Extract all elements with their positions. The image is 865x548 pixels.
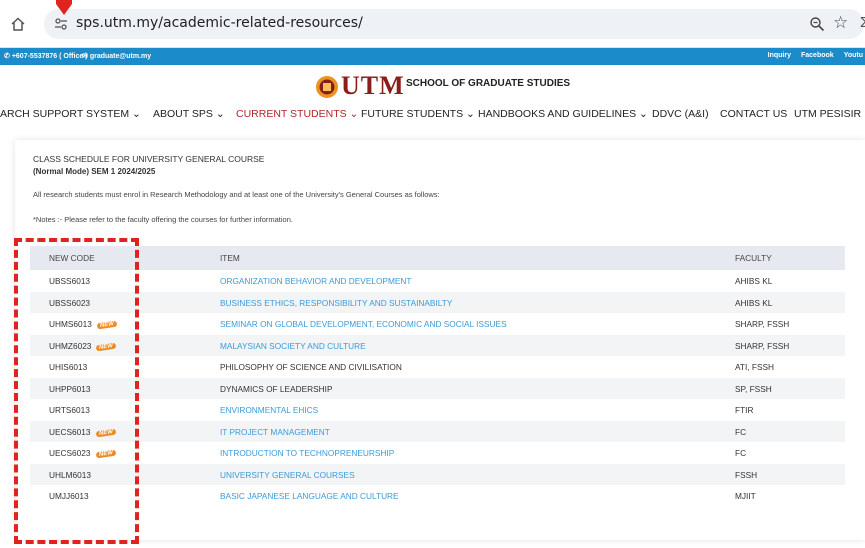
nav-contact-us[interactable]: CONTACT US [720, 108, 787, 120]
nav-future-students[interactable]: FUTURE STUDENTS ⌄ [361, 108, 475, 120]
url-text[interactable]: sps.utm.my/academic-related-resources/ [76, 15, 363, 31]
course-faculty: AHIBS KL [735, 276, 773, 286]
table-row: UHIS6013 PHILOSOPHY OF SCIENCE AND CIVIL… [30, 356, 845, 378]
table-row: UECS6023 NEW INTRODUCTION TO TECHNOPRENEU… [30, 442, 845, 464]
site-header: UTM SCHOOL OF GRADUATE STUDIES [0, 65, 865, 105]
course-link[interactable]: BUSINESS ETHICS, RESPONSIBILITY AND SUST… [220, 298, 452, 308]
course-link[interactable]: BASIC JAPANESE LANGUAGE AND CULTURE [220, 491, 399, 501]
facebook-link[interactable]: Facebook [801, 52, 834, 59]
course-link[interactable]: MALAYSIAN SOCIETY AND CULTURE [220, 341, 366, 351]
enrol-note: All research students must enrol in Rese… [33, 190, 440, 199]
course-link[interactable]: UNIVERSITY GENERAL COURSES [220, 470, 355, 480]
table-row: UHPP6013 DYNAMICS OF LEADERSHIP SP, FSSH [30, 377, 845, 399]
course-faculty: FSSH [735, 469, 758, 480]
address-bar[interactable]: sps.utm.my/academic-related-resources/ ☆… [44, 9, 865, 39]
course-faculty: FC [735, 426, 747, 437]
table-header: NEW CODE ITEM FACULTY [30, 246, 845, 270]
page-title: CLASS SCHEDULE FOR UNIVERSITY GENERAL CO… [33, 154, 265, 164]
table-row: UBSS6013 ORGANIZATION BEHAVIOR AND DEVEL… [30, 270, 845, 292]
main-nav: ARCH SUPPORT SYSTEM ⌄ ABOUT SPS ⌄ CURREN… [0, 108, 865, 128]
nav-research-support[interactable]: ARCH SUPPORT SYSTEM ⌄ [0, 108, 141, 120]
course-name: DYNAMICS OF LEADERSHIP [220, 383, 333, 394]
mail-icon: ✉ [82, 53, 88, 60]
top-info-strip: ✆ +607-5537876 ( Office ) ✉ graduate@utm… [0, 48, 865, 65]
table-row: UECS6013 NEW IT PROJECT MANAGEMENT FC [30, 420, 845, 442]
course-faculty: ATI, FSSH [735, 362, 775, 372]
nav-handbooks[interactable]: HANDBOOKS AND GUIDELINES ⌄ [478, 108, 648, 120]
course-table: NEW CODE ITEM FACULTY UBSS6013 ORGANIZAT… [30, 246, 845, 507]
utm-logo-icon[interactable] [315, 75, 339, 99]
table-row: UBSS6023 BUSINESS ETHICS, RESPONSIBILITY… [30, 291, 845, 313]
table-row: UMJJ6013 BASIC JAPANESE LANGUAGE AND CUL… [30, 485, 845, 507]
header-item: ITEM [220, 253, 240, 263]
nav-ddvc[interactable]: DDVC (A&I) [652, 108, 709, 120]
table-row: URTS6013 ENVIRONMENTAL EHICS FTIR [30, 399, 845, 421]
page-subtitle: (Normal Mode) SEM 1 2024/2025 [33, 167, 156, 176]
top-links: Inquiry Facebook Youtu [768, 52, 863, 59]
course-faculty: MJIIT [735, 491, 756, 501]
faculty-note: *Notes :- Please refer to the faculty of… [33, 215, 293, 224]
youtube-link[interactable]: Youtu [844, 52, 863, 59]
course-faculty: FC [735, 448, 747, 458]
course-link[interactable]: ENVIRONMENTAL EHICS [220, 405, 318, 415]
red-arrow-marker [56, 0, 72, 15]
phone-icon: ✆ [4, 53, 10, 60]
star-icon[interactable]: ☆ [833, 13, 848, 33]
school-name: SCHOOL OF GRADUATE STUDIES [406, 78, 571, 89]
phone-text: ✆ +607-5537876 ( Office ) [4, 53, 88, 60]
header-faculty: FACULTY [735, 253, 772, 263]
nav-about-sps[interactable]: ABOUT SPS ⌄ [153, 108, 225, 120]
table-row: UHMZ6023 NEW MALAYSIAN SOCIETY AND CULTUR… [30, 334, 845, 356]
site-info-icon[interactable] [54, 17, 68, 31]
home-icon[interactable] [10, 16, 26, 32]
course-faculty: AHIBS KL [735, 297, 773, 308]
nav-utm-pesisir[interactable]: UTM PESISIR [794, 108, 861, 120]
course-faculty: SHARP, FSSH [735, 319, 790, 329]
course-faculty: SHARP, FSSH [735, 340, 790, 351]
course-link[interactable]: INTRODUCTION TO TECHNOPRENEURSHIP [220, 448, 394, 458]
course-name: PHILOSOPHY OF SCIENCE AND CIVILISATION [220, 362, 402, 372]
table-row: UHLM6013 UNIVERSITY GENERAL COURSES FSSH [30, 463, 845, 485]
course-link[interactable]: ORGANIZATION BEHAVIOR AND DEVELOPMENT [220, 276, 411, 286]
zoom-icon[interactable] [809, 16, 825, 32]
table-row: UHMS6013 NEW SEMINAR ON GLOBAL DEVELOPMEN… [30, 313, 845, 335]
nav-current-students[interactable]: CURRENT STUDENTS ⌄ [236, 108, 358, 120]
logo-wordmark[interactable]: UTM [341, 71, 405, 101]
email-link[interactable]: ✉ graduate@utm.my [82, 52, 151, 60]
browser-toolbar: sps.utm.my/academic-related-resources/ ☆… [0, 0, 865, 48]
course-faculty: SP, FSSH [735, 383, 772, 394]
overflow-glyph: Σ [860, 14, 865, 31]
course-faculty: FTIR [735, 405, 754, 415]
course-link[interactable]: SEMINAR ON GLOBAL DEVELOPMENT, ECONOMIC … [220, 319, 507, 329]
content-card: CLASS SCHEDULE FOR UNIVERSITY GENERAL CO… [15, 140, 865, 540]
inquiry-link[interactable]: Inquiry [768, 52, 791, 59]
course-link[interactable]: IT PROJECT MANAGEMENT [220, 427, 330, 437]
code-column-highlight [14, 238, 139, 544]
